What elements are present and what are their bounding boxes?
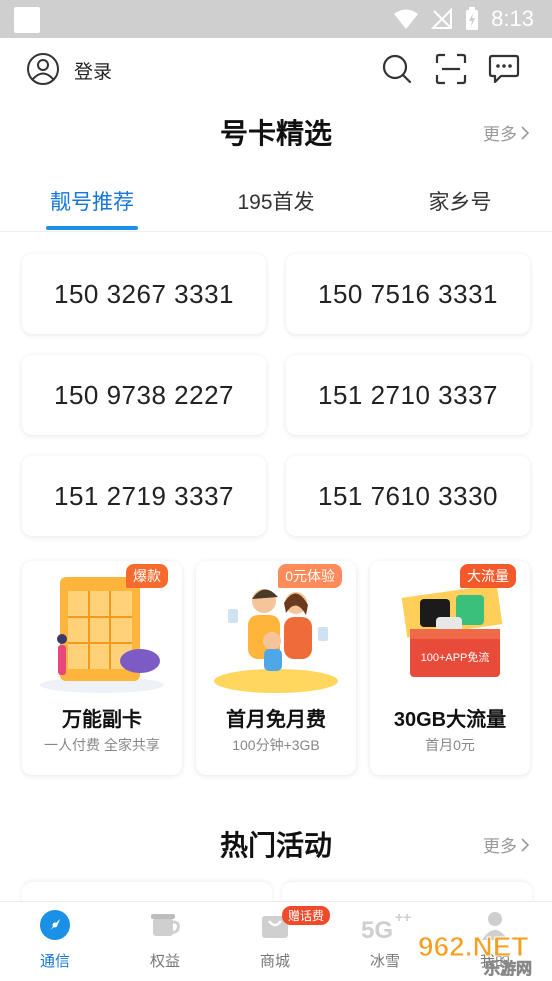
promo-badge: 大流量 — [460, 564, 516, 588]
more-label: 更多 — [483, 837, 517, 856]
active-tab-indicator — [46, 226, 138, 230]
number-card[interactable]: 150 7516 3331 — [286, 254, 530, 334]
promo-title: 30GB大流量 — [393, 709, 507, 731]
promo-subtitle: 100分钟+3GB — [232, 737, 320, 753]
number-card[interactable]: 151 7610 3330 — [286, 456, 530, 536]
chevron-right-icon — [521, 837, 530, 852]
watermark-logo: 962.NET 乐游网 — [418, 931, 533, 977]
tab-hometown[interactable]: 家乡号 — [390, 186, 530, 216]
more-link-number-cards[interactable]: 更多 — [483, 120, 530, 145]
nav-benefits[interactable]: 权益 — [110, 908, 220, 978]
promo-card-30gb-data[interactable]: 100+APP免流 大流量 30GB大流量 首月0元 — [370, 561, 530, 775]
tab-recommended[interactable]: 靓号推荐 — [22, 186, 162, 216]
battery-charging-icon — [466, 7, 479, 30]
user-icon[interactable] — [26, 52, 60, 86]
promo-card-family-card[interactable]: 爆款 万能副卡 一人付费 全家共享 — [22, 561, 182, 775]
notification-icon — [14, 7, 40, 33]
svg-text:5G: 5G — [361, 917, 393, 942]
nav-label: 商城 — [259, 953, 290, 970]
search-icon[interactable] — [380, 52, 414, 86]
svg-text:962.NET: 962.NET — [418, 931, 529, 962]
chevron-right-icon — [521, 125, 530, 140]
promo-badge: 爆款 — [126, 564, 168, 588]
login-link[interactable]: 登录 — [74, 57, 112, 84]
no-signal-icon — [431, 8, 453, 29]
tab-195-launch[interactable]: 195首发 — [206, 186, 346, 216]
nav-label: 通信 — [39, 953, 70, 970]
more-label: 更多 — [483, 125, 517, 144]
number-card[interactable]: 151 2710 3337 — [286, 355, 530, 435]
more-link-hot-activities[interactable]: 更多 — [483, 832, 530, 857]
art-caption: 100+APP免流 — [421, 650, 490, 664]
promo-title: 首月免月费 — [226, 709, 326, 731]
section-title-number-cards: 号卡精选 — [219, 118, 332, 149]
nav-badge: 赠话费 — [282, 906, 330, 925]
number-card[interactable]: 151 2719 3337 — [22, 456, 266, 536]
number-card[interactable]: 150 9738 2227 — [22, 355, 266, 435]
family-illustration — [214, 589, 338, 693]
cup-icon — [151, 914, 180, 936]
nav-communication[interactable]: 通信 — [0, 908, 110, 978]
nav-label: 权益 — [149, 953, 180, 970]
number-tabs: 靓号推荐 195首发 家乡号 — [0, 172, 552, 232]
clock: 8:13 — [491, 6, 534, 31]
promo-subtitle: 一人付费 全家共享 — [44, 737, 160, 753]
phone-compass-icon — [40, 910, 70, 940]
promo-subtitle: 首月0元 — [425, 737, 475, 753]
5g-icon: 5G ++ — [361, 909, 411, 942]
promo-title: 万能副卡 — [62, 709, 142, 731]
gift-box-illustration: 100+APP免流 — [401, 584, 503, 677]
number-card[interactable]: 150 3267 3331 — [22, 254, 266, 334]
message-icon[interactable] — [487, 52, 521, 86]
status-bar: 8:13 — [0, 0, 552, 38]
svg-text:++: ++ — [395, 909, 411, 925]
top-header: 登录 — [0, 38, 552, 100]
promo-badge: 0元体验 — [278, 564, 342, 588]
scan-icon[interactable] — [434, 52, 468, 86]
wifi-icon — [394, 9, 419, 29]
section-title-hot-activities: 热门活动 — [219, 830, 332, 861]
svg-text:乐游网: 乐游网 — [484, 959, 532, 976]
promo-card-free-first-month[interactable]: 0元体验 首月免月费 100分钟+3GB — [196, 561, 356, 775]
nav-shop[interactable]: 赠话费 商城 — [220, 906, 330, 978]
sim-card-illustration — [40, 577, 164, 693]
